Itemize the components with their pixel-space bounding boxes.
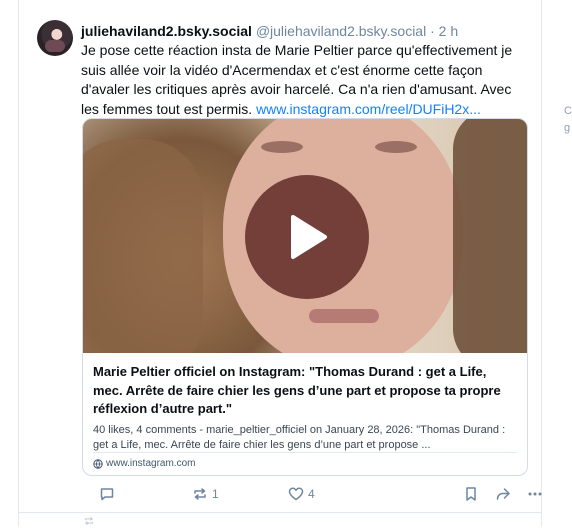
share-icon <box>496 488 510 500</box>
globe-icon <box>93 459 103 469</box>
repost-count: 1 <box>212 487 219 501</box>
reply-icon <box>100 488 114 501</box>
play-button[interactable] <box>245 175 369 299</box>
right-sidebar-stub: C g <box>564 103 572 137</box>
reply-button[interactable] <box>99 484 115 504</box>
video-thumbnail[interactable] <box>83 119 527 353</box>
author-display-name[interactable]: juliehaviland2.bsky.social <box>81 23 252 39</box>
post-actions: 1 4 <box>81 484 543 504</box>
repost-icon <box>194 488 206 500</box>
header-separator: · <box>430 23 435 39</box>
feed-column: juliehaviland2.bsky.social @juliehavilan… <box>18 0 542 527</box>
thumbnail-mouth <box>309 309 379 323</box>
card-source-domain: www.instagram.com <box>106 458 196 469</box>
play-icon <box>291 215 327 259</box>
card-divider <box>93 452 517 453</box>
right-stub-line: C <box>564 105 572 117</box>
heart-icon <box>288 487 304 501</box>
repost-icon <box>84 517 94 525</box>
card-description: 40 likes, 4 comments - marie_peltier_off… <box>93 423 506 452</box>
bookmark-icon <box>466 487 476 501</box>
more-options-button[interactable] <box>527 484 543 504</box>
next-post-preview[interactable] <box>83 516 95 529</box>
like-count: 4 <box>308 487 315 501</box>
more-icon <box>528 492 542 496</box>
right-stub-line: g <box>564 122 571 134</box>
like-button[interactable]: 4 <box>288 484 315 504</box>
thumbnail-shape <box>453 119 527 353</box>
card-meta: Marie Peltier officiel on Instagram: "Th… <box>93 363 519 454</box>
share-button[interactable] <box>495 484 511 504</box>
post-header: juliehaviland2.bsky.social @juliehavilan… <box>81 22 458 40</box>
thumbnail-eye <box>261 141 303 153</box>
thumbnail-eye <box>375 141 417 153</box>
card-title: Marie Peltier officiel on Instagram: "Th… <box>93 364 501 416</box>
post-text: Je pose cette réaction insta de Marie Pe… <box>81 41 531 119</box>
repost-button[interactable]: 1 <box>192 484 219 504</box>
post-timestamp[interactable]: 2 h <box>439 23 458 39</box>
bookmark-button[interactable] <box>464 484 478 504</box>
card-source: www.instagram.com <box>93 457 195 471</box>
avatar[interactable] <box>37 20 73 56</box>
post-link[interactable]: www.instagram.com/reel/DUFiH2x... <box>256 101 481 117</box>
author-handle[interactable]: @juliehaviland2.bsky.social <box>256 23 426 39</box>
link-card[interactable]: Marie Peltier officiel on Instagram: "Th… <box>82 118 528 476</box>
thumbnail-shape <box>83 139 203 353</box>
post[interactable]: juliehaviland2.bsky.social @juliehavilan… <box>19 0 543 513</box>
